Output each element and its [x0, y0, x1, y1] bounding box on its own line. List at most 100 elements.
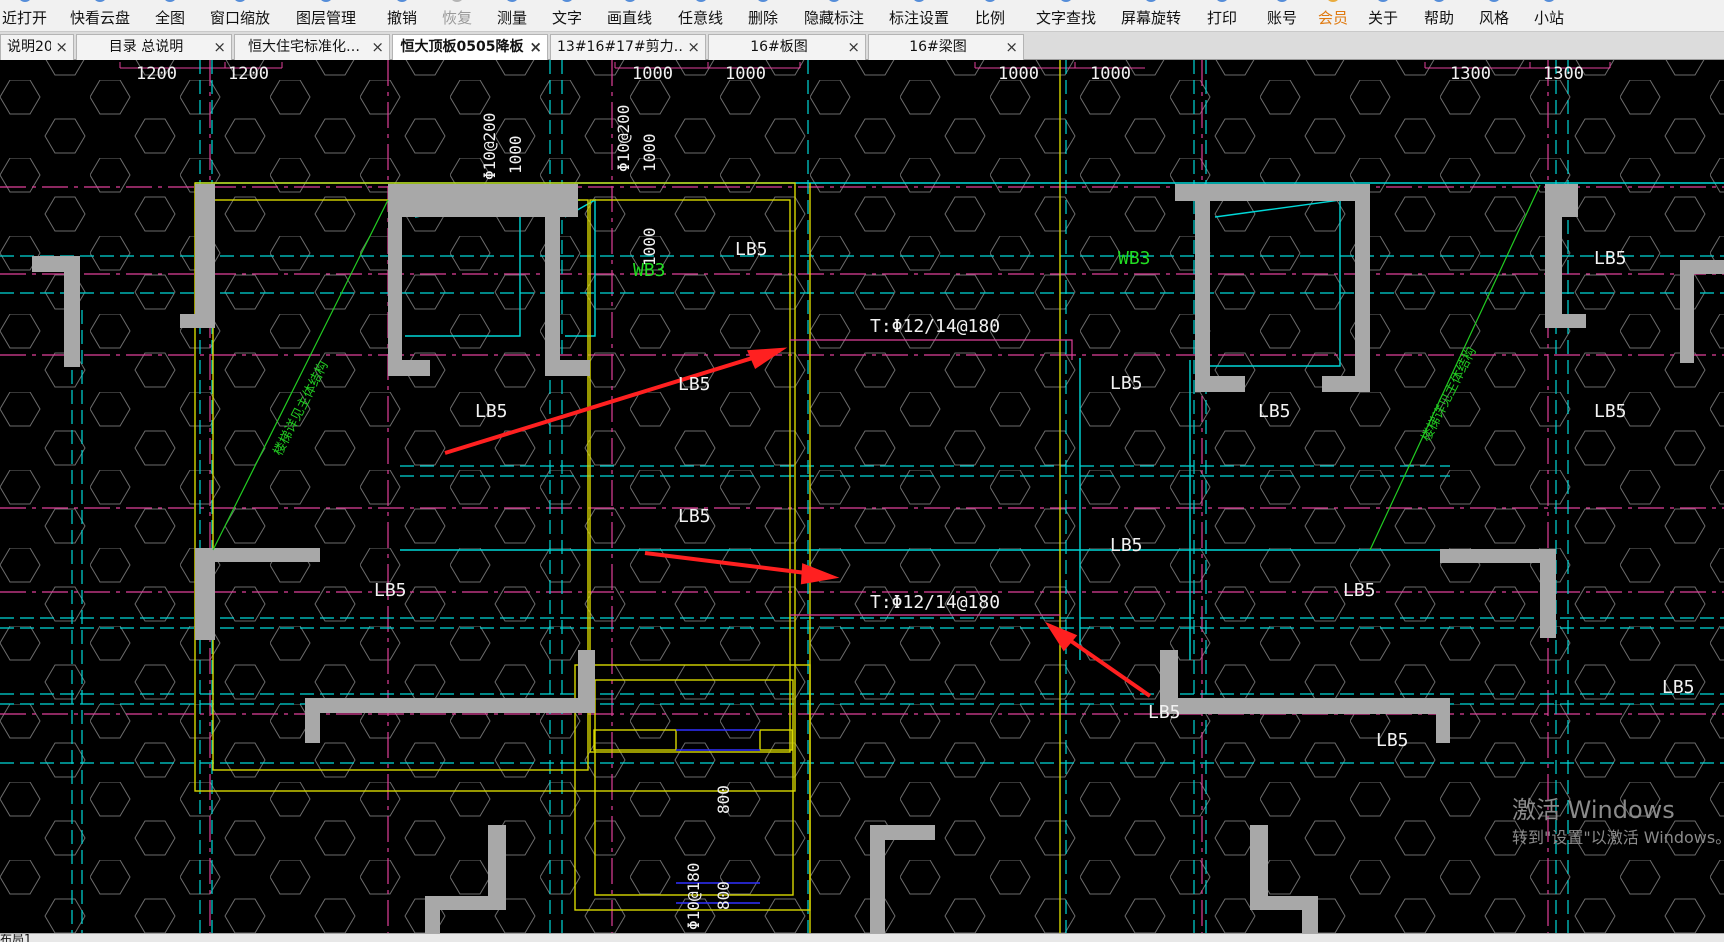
toolbar-text-button[interactable]: 文字 [552, 0, 582, 32]
cad-drawing-canvas[interactable]: 1200 1200 1000 1000 1000 1000 1300 1300 … [0, 60, 1724, 933]
rebar-note: T:Φ12/14@180 [870, 316, 1001, 337]
toolbar-redo-button[interactable]: 恢复 [442, 0, 472, 32]
dimension-label: 1000 [725, 64, 766, 84]
slab-hatch [0, 60, 1724, 933]
activation-watermark-title: 激活 Windows [1512, 796, 1675, 824]
scale-icon [983, 0, 997, 2]
slab-label: LB5 [1343, 580, 1376, 601]
freehand-icon [693, 0, 708, 2]
site-icon [1542, 0, 1556, 2]
toolbar-rotate-screen-button[interactable]: 屏幕旋转 [1121, 0, 1181, 32]
cloud-icon [93, 0, 107, 2]
toolbar-about-button[interactable]: 关于 [1368, 0, 1398, 32]
slab-label: LB5 [1110, 373, 1143, 394]
recent-open-icon [17, 0, 32, 2]
slab-label: LB5 [475, 401, 508, 422]
close-icon[interactable]: × [371, 35, 384, 59]
toolbar-hide-annotation-button[interactable]: 隐藏标注 [804, 0, 864, 32]
dimension-label: 800 [714, 881, 733, 910]
toolbar-vip-button[interactable]: 会员 [1318, 0, 1348, 32]
toolbar-undo-button[interactable]: 撤销 [387, 0, 417, 32]
cad-drawing-svg [0, 60, 1724, 933]
close-icon[interactable]: × [213, 35, 226, 59]
delete-icon [756, 0, 770, 2]
help-icon [1432, 0, 1446, 2]
slab-label: LB5 [1662, 677, 1695, 698]
toolbar-freehand-button[interactable]: 任意线 [678, 0, 723, 32]
close-icon[interactable]: × [55, 35, 68, 59]
toolbar-full-view-button[interactable]: 全图 [155, 0, 185, 32]
slab-label: LB5 [374, 580, 407, 601]
dimension-label: 1200 [228, 64, 269, 84]
close-icon[interactable]: × [529, 35, 542, 59]
tab-doc-3[interactable]: 恒大住宅标准化… × [234, 34, 390, 60]
slab-label: LB5 [1258, 401, 1291, 422]
tab-doc-7[interactable]: 16#梁图 × [868, 34, 1024, 60]
dimension-label: 1300 [1543, 64, 1584, 84]
rebar-annotation: Φ10@200 [480, 112, 499, 180]
crown-icon [1326, 0, 1340, 2]
toolbar-delete-button[interactable]: 删除 [748, 0, 778, 32]
rebar-annotation: Φ10@180 [684, 862, 703, 930]
tab-doc-5[interactable]: 13#16#17#剪力… × [550, 34, 706, 60]
hide-annotation-icon [827, 0, 841, 2]
zoom-icon [233, 0, 247, 2]
layers-icon [319, 0, 333, 2]
search-icon [1059, 0, 1073, 2]
toolbar-scale-button[interactable]: 比例 [975, 0, 1005, 32]
tab-doc-1[interactable]: 说明20…× [0, 34, 74, 60]
toolbar-annotation-settings-button[interactable]: 标注设置 [889, 0, 949, 32]
dimension-label: 1000 [506, 135, 525, 174]
text-icon [560, 0, 574, 2]
rebar-annotation: Φ10@200 [614, 104, 633, 172]
toolbar-measure-button[interactable]: 测量 [497, 0, 527, 32]
activation-watermark-subtitle: 转到"设置"以激活 Windows。 [1512, 828, 1724, 847]
slab-label: LB5 [1594, 248, 1627, 269]
wb-slab-label: WB3 [633, 260, 666, 281]
toolbar-line-button[interactable]: 画直线 [607, 0, 652, 32]
toolbar-help-button[interactable]: 帮助 [1424, 0, 1454, 32]
close-icon[interactable]: × [1005, 35, 1018, 59]
full-view-icon [163, 0, 177, 2]
close-icon[interactable]: × [687, 35, 700, 59]
dimension-label: 1200 [136, 64, 177, 84]
slab-label: LB5 [1594, 401, 1627, 422]
dimension-label: 1000 [998, 64, 1039, 84]
toolbar-window-zoom-button[interactable]: 窗口缩放 [210, 0, 270, 32]
tab-doc-2[interactable]: 目录 总说明 × [76, 34, 232, 60]
slab-label: LB5 [678, 506, 711, 527]
dimension-label: 1000 [1090, 64, 1131, 84]
undo-icon [395, 0, 409, 2]
toolbar-site-button[interactable]: 小站 [1534, 0, 1564, 32]
line-icon [622, 0, 637, 2]
rebar-note: T:Φ12/14@180 [870, 592, 1001, 613]
info-icon [1376, 0, 1390, 2]
close-icon[interactable]: × [847, 35, 860, 59]
printer-icon [1215, 0, 1229, 2]
toolbar-account-button[interactable]: 账号 [1267, 0, 1297, 32]
ruler-icon [505, 0, 519, 2]
toolbar-cloud-disk-button[interactable]: 快看云盘 [70, 0, 130, 32]
toolbar-text-search-button[interactable]: 文字查找 [1036, 0, 1096, 32]
wb-slab-label: WB3 [1118, 248, 1151, 269]
slab-label: LB5 [1110, 535, 1143, 556]
user-icon [1275, 0, 1289, 2]
toolbar-recent-open-button[interactable]: 近打开 [2, 0, 47, 32]
document-tab-bar: 说明20…× 目录 总说明× 恒大住宅标准化…× 恒大顶板0505降板× 13#… [0, 32, 1724, 60]
dimension-label: 1300 [1450, 64, 1491, 84]
toolbar-layer-manager-button[interactable]: 图层管理 [296, 0, 356, 32]
tab-doc-4[interactable]: 恒大顶板0505降板 × [392, 34, 548, 60]
settings-icon [912, 0, 926, 2]
rotate-icon [1144, 0, 1158, 2]
slab-label: LB5 [1376, 730, 1409, 751]
slab-label: LB5 [678, 374, 711, 395]
dimension-label: 1000 [640, 133, 659, 172]
toolbar-print-button[interactable]: 打印 [1207, 0, 1237, 32]
toolbar-style-button[interactable]: 风格 [1479, 0, 1509, 32]
tab-doc-6[interactable]: 16#板图 × [708, 34, 866, 60]
main-toolbar: 近打开 快看云盘 全图 窗口缩放 图层管理 撤销 恢复 测量 文字 画直线 任意… [0, 0, 1724, 32]
dimension-label: 800 [714, 785, 733, 814]
dimension-label: 1000 [632, 64, 673, 84]
slab-label: LB5 [735, 239, 768, 260]
slab-label: LB5 [1148, 702, 1181, 723]
